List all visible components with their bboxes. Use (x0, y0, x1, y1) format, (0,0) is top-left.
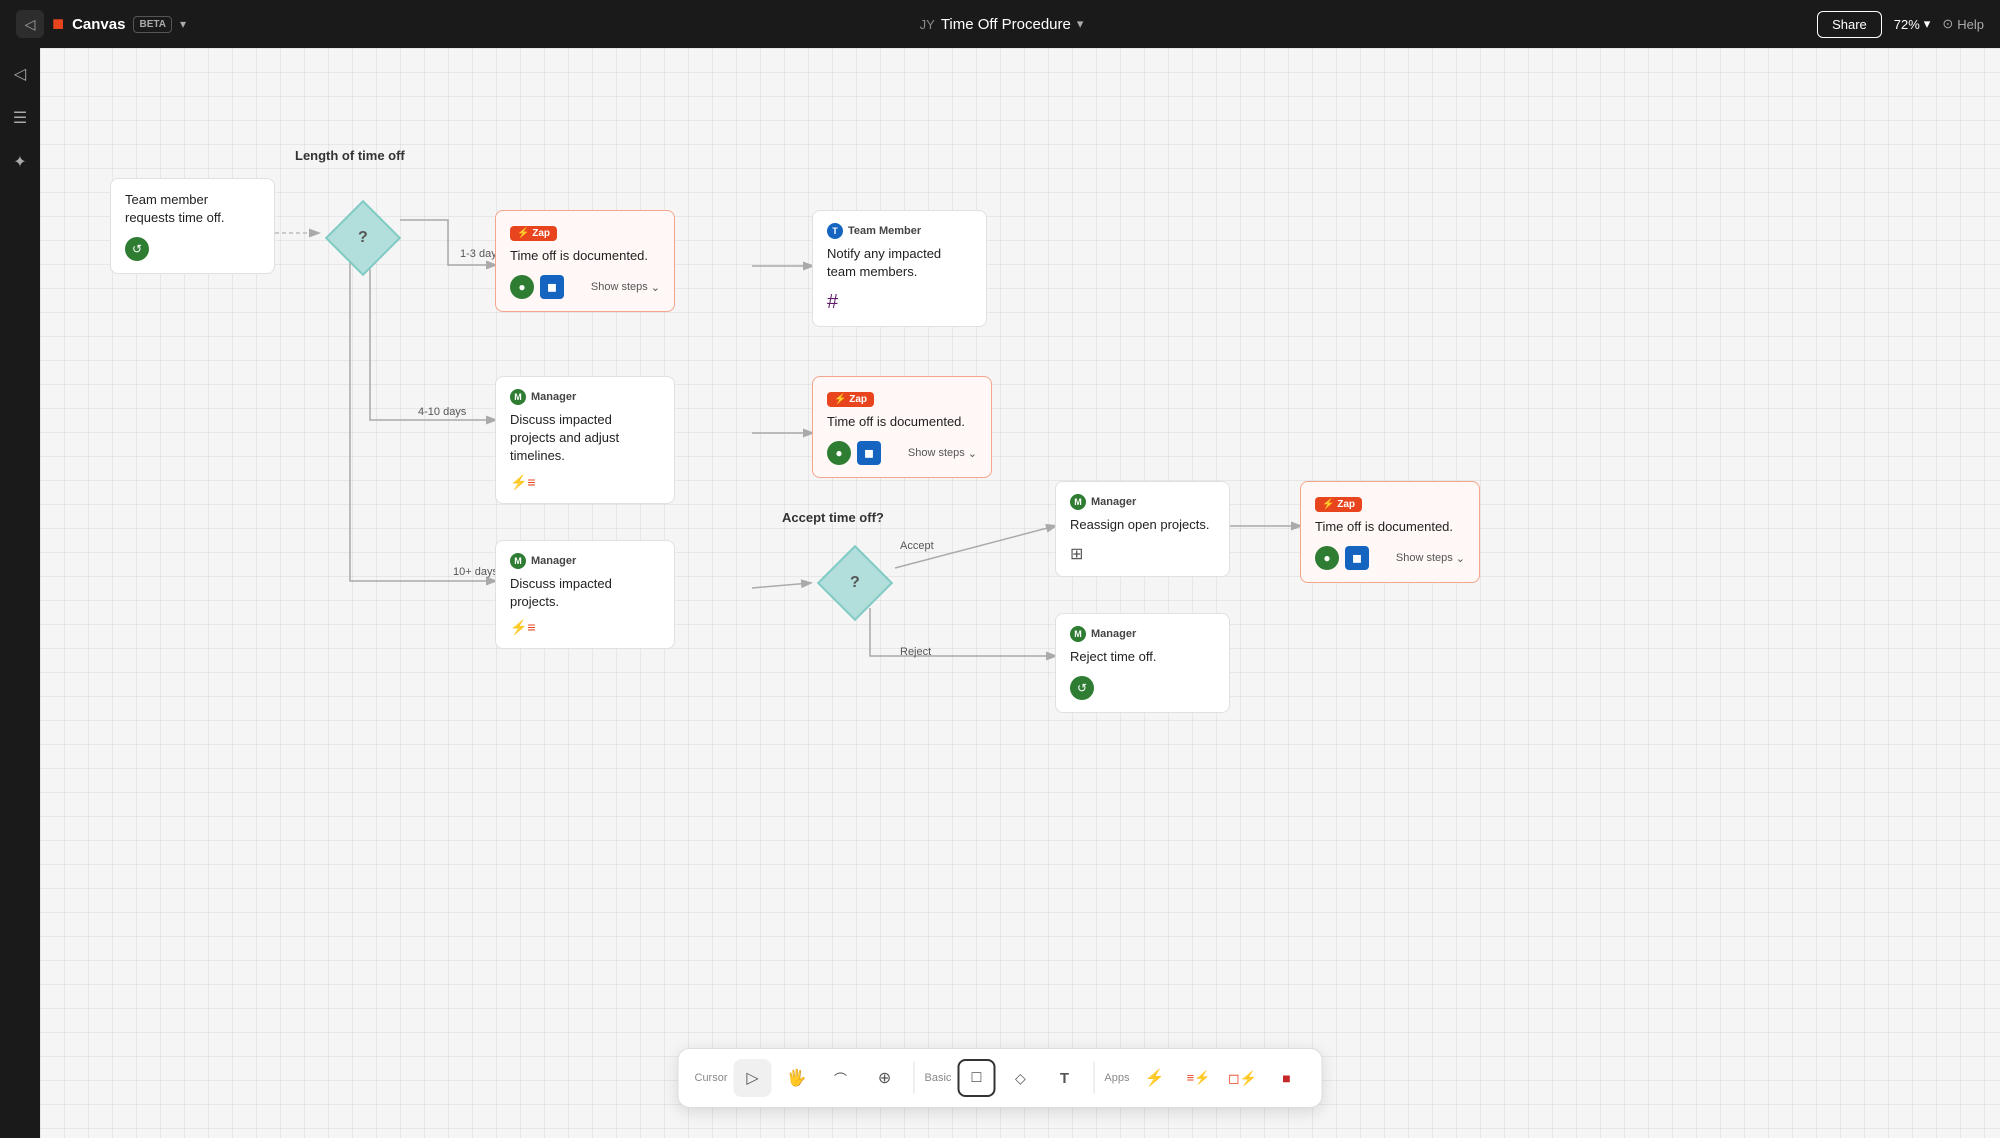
zap-node-1[interactable]: ⚡ Zap Time off is documented. ● ◼ Show s… (495, 210, 675, 312)
add-tool[interactable]: ⊕ (866, 1059, 904, 1097)
zoom-control[interactable]: 72% ▾ (1894, 16, 1931, 32)
divider-2 (1093, 1062, 1094, 1094)
label-4-10-days: 4-10 days (418, 406, 466, 418)
label-reject: Reject (900, 646, 931, 658)
zap1-show-steps[interactable]: Show steps ⌄ (591, 281, 660, 294)
app3-tool[interactable]: ◻⚡ (1224, 1059, 1262, 1097)
cursor-tool[interactable]: ▷ (734, 1059, 772, 1097)
slack-icon: # (827, 291, 838, 314)
sidebar-ai-icon[interactable]: ✦ (6, 148, 34, 176)
zap2-icon-1: ● (827, 441, 851, 465)
manager2-task-icon: ⚡≡ (510, 619, 660, 636)
manager1-title: Discuss impacted projects and adjust tim… (510, 411, 660, 466)
manager3-avatar: M (1070, 494, 1086, 510)
document-title[interactable]: JY Time Off Procedure ▾ (920, 16, 1084, 33)
zap-node-2-title: Time off is documented. (827, 413, 977, 431)
team-member-node[interactable]: T Team Member Notify any impacted team m… (812, 210, 987, 327)
sidebar-pages-icon[interactable]: ☰ (6, 104, 34, 132)
manager3-app-icon: ⊞ (1070, 544, 1083, 564)
zap-node-2[interactable]: ⚡ Zap Time off is documented. ● ◼ Show s… (812, 376, 992, 478)
apps-section-label: Apps (1104, 1072, 1129, 1084)
zap-node-1-title: Time off is documented. (510, 247, 660, 265)
share-button[interactable]: Share (1817, 11, 1882, 38)
cursor-tools: ▷ 🖐 ⌒ ⊕ (734, 1059, 904, 1097)
manager1-task-icon: ⚡≡ (510, 474, 660, 491)
cursor-section-label: Cursor (695, 1072, 728, 1084)
zap-badge-1: ⚡ Zap (510, 226, 557, 241)
manager-node-4[interactable]: M Manager Reject time off. ↺ (1055, 613, 1230, 713)
manager-node-3[interactable]: M Manager Reassign open projects. ⊞ (1055, 481, 1230, 577)
start-node[interactable]: Team member requests time off. ↺ (110, 178, 275, 274)
zap-tool[interactable]: ⚡ (1136, 1059, 1174, 1097)
manager1-avatar: M (510, 389, 526, 405)
zap3-icon-1: ● (1315, 546, 1339, 570)
zap2-icon-2: ◼ (857, 441, 881, 465)
accept-time-off-label: Accept time off? (782, 510, 884, 525)
section-label-length: Length of time off (295, 148, 405, 163)
zap3-icon-2: ◼ (1345, 546, 1369, 570)
manager-node-2[interactable]: M Manager Discuss impacted projects. ⚡≡ (495, 540, 675, 649)
basic-tools: □ ◇ T (957, 1059, 1083, 1097)
label-accept: Accept (900, 540, 934, 552)
app-menu-chevron[interactable]: ▾ (180, 17, 186, 31)
sidebar: ◁ ☰ ✦ (0, 48, 40, 1138)
manager4-icon: ↺ (1070, 676, 1094, 700)
team-member-title: Notify any impacted team members. (827, 245, 972, 281)
topbar: ◁ ■ Canvas BETA ▾ JY Time Off Procedure … (0, 0, 2000, 48)
start-node-icon: ↺ (125, 237, 149, 261)
app4-tool[interactable]: ■ (1268, 1059, 1306, 1097)
start-node-title: Team member requests time off. (125, 191, 260, 227)
rectangle-tool[interactable]: □ (957, 1059, 995, 1097)
manager-node-1[interactable]: M Manager Discuss impacted projects and … (495, 376, 675, 504)
beta-badge: BETA (133, 16, 171, 33)
zap2-show-steps[interactable]: Show steps ⌄ (908, 447, 977, 460)
help-button[interactable]: ⊙ Help (1942, 16, 1984, 32)
zap1-icon-1: ● (510, 275, 534, 299)
task-tool[interactable]: ≡⚡ (1180, 1059, 1218, 1097)
team-member-avatar: T (827, 223, 843, 239)
back-button[interactable]: ◁ (16, 10, 44, 38)
connect-tool[interactable]: ⌒ (822, 1059, 860, 1097)
toolbar: Cursor ▷ 🖐 ⌒ ⊕ Basic □ ◇ T Apps ⚡ ≡⚡ ◻⚡ … (678, 1048, 1323, 1108)
sidebar-back-icon[interactable]: ◁ (6, 60, 34, 88)
diamond-length: ? (328, 203, 398, 273)
app-logo: ■ (52, 13, 64, 36)
manager2-title: Discuss impacted projects. (510, 575, 660, 611)
divider-1 (914, 1062, 915, 1094)
app-name: Canvas (72, 16, 125, 33)
manager2-avatar: M (510, 553, 526, 569)
zap3-show-steps[interactable]: Show steps ⌄ (1396, 552, 1465, 565)
zap-badge-3: ⚡ Zap (1315, 497, 1362, 512)
diamond-accept: ? (820, 548, 890, 618)
zap-node-3-title: Time off is documented. (1315, 518, 1465, 536)
zap-badge-2: ⚡ Zap (827, 392, 874, 407)
manager3-title: Reassign open projects. (1070, 516, 1215, 534)
canvas: Length of time off Team member requests … (40, 48, 2000, 1138)
text-tool[interactable]: T (1045, 1059, 1083, 1097)
manager4-title: Reject time off. (1070, 648, 1215, 666)
hand-tool[interactable]: 🖐 (778, 1059, 816, 1097)
label-10plus-days: 10+ days (453, 566, 498, 578)
zap-node-3[interactable]: ⚡ Zap Time off is documented. ● ◼ Show s… (1300, 481, 1480, 583)
apps-tools: ⚡ ≡⚡ ◻⚡ ■ (1136, 1059, 1306, 1097)
diamond-tool[interactable]: ◇ (1001, 1059, 1039, 1097)
basic-section-label: Basic (925, 1072, 952, 1084)
manager4-avatar: M (1070, 626, 1086, 642)
zap1-icon-2: ◼ (540, 275, 564, 299)
